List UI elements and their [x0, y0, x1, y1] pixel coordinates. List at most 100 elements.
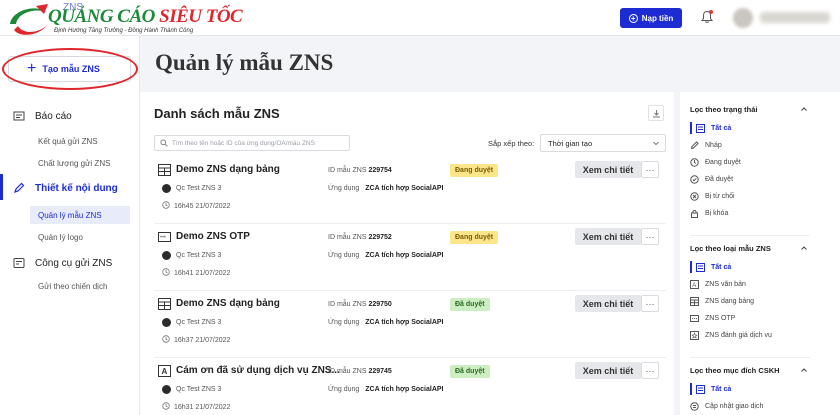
user-name-blurred[interactable]	[760, 12, 830, 23]
chevron-down-icon	[653, 141, 659, 146]
filter-option[interactable]: Bị khóa	[690, 206, 830, 220]
filter-option[interactable]: Nháp	[690, 138, 830, 152]
topup-label: Nạp tiền	[641, 13, 674, 23]
clock-icon	[162, 268, 170, 278]
draft-pen-icon	[690, 140, 699, 150]
sidebar-item-manage-templates[interactable]: Quản lý mẫu ZNS	[30, 206, 130, 224]
oa-avatar	[162, 184, 171, 193]
sort-select[interactable]: Thời gian tạo	[540, 134, 666, 152]
table-icon	[158, 164, 171, 176]
filter-divider	[690, 357, 810, 358]
search-box[interactable]	[154, 135, 350, 151]
topup-button[interactable]: + Nạp tiền	[620, 8, 682, 28]
sort-label: Sắp xếp theo:	[488, 139, 535, 148]
template-id: ID mẫu ZNS 229750	[328, 301, 392, 308]
status-badge: Đã duyệt	[450, 365, 490, 378]
filter-option[interactable]: ZNS đánh giá dịch vụ	[690, 328, 830, 342]
filter-section-title: Lọc theo loại mẫu ZNS	[690, 244, 771, 253]
plus-circle-icon: +	[628, 13, 638, 23]
template-name[interactable]: Demo ZNS dạng bảng	[176, 164, 280, 175]
view-detail-button[interactable]: Xem chi tiết	[575, 295, 641, 312]
sidebar-group-send-tools[interactable]: Công cụ gửi ZNS	[0, 257, 140, 269]
clock-icon	[162, 402, 170, 412]
template-time: 16h37 21/07/2022	[162, 335, 230, 345]
brand-logo[interactable]: ZNS QUẢNG CÁO SIÊU TỐC Định Hướng Tăng T…	[6, 2, 243, 48]
lock-icon	[690, 209, 699, 218]
search-icon	[160, 139, 168, 147]
rating-icon	[690, 330, 699, 340]
clock-icon	[162, 335, 170, 345]
search-input[interactable]	[171, 139, 349, 147]
sidebar-item-send-results[interactable]: Kết quả gửi ZNS	[0, 137, 140, 146]
sidebar: + Tạo mẫu ZNS Báo cáo Kết quả gửi ZNS Ch…	[0, 36, 140, 415]
sidebar-item-send-campaign[interactable]: Gửi theo chiến dịch	[0, 282, 140, 291]
filter-option[interactable]: Cập nhật giao dịch	[690, 399, 830, 413]
sidebar-item-send-quality[interactable]: Chất lượng gửi ZNS	[0, 159, 140, 168]
view-detail-button[interactable]: Xem chi tiết	[575, 161, 641, 178]
filter-option[interactable]: Bị từ chối	[690, 189, 830, 203]
more-options-button[interactable]: ···	[641, 228, 659, 245]
send-tools-icon	[13, 258, 25, 268]
otp-icon: ***	[158, 231, 171, 243]
clock-icon	[690, 157, 699, 167]
chevron-up-icon[interactable]	[800, 105, 808, 113]
filter-divider	[690, 235, 810, 236]
sidebar-group-label: Thiết kế nội dung	[35, 182, 118, 194]
report-icon	[13, 111, 25, 121]
svg-text:***: ***	[160, 236, 166, 242]
more-options-button[interactable]: ···	[641, 362, 659, 379]
filter-option[interactable]: Tất cả	[690, 382, 830, 396]
template-row[interactable]: A Cám ơn đã sử dụng dịch vụ ZNS... Qc Te…	[154, 359, 666, 415]
download-button[interactable]	[648, 105, 664, 121]
user-avatar[interactable]	[733, 8, 753, 28]
template-list-card: Danh sách mẫu ZNS Sắp xếp theo: Thời gia…	[140, 92, 674, 415]
chevron-up-icon[interactable]	[800, 366, 808, 374]
template-owner: Qc Test ZNS 3	[162, 184, 221, 193]
filter-option[interactable]: ZNS OTP	[690, 311, 830, 325]
view-detail-button[interactable]: Xem chi tiết	[575, 362, 641, 379]
filter-option[interactable]: Đang duyệt	[690, 155, 830, 169]
transaction-icon	[690, 401, 699, 411]
filter-option[interactable]: Tất cả	[690, 260, 830, 274]
filter-option[interactable]: A ZNS văn bản	[690, 277, 830, 291]
filter-option[interactable]: Tất cả	[690, 121, 830, 135]
oa-avatar	[162, 318, 171, 327]
template-name[interactable]: Demo ZNS OTP	[176, 231, 250, 242]
sidebar-group-content-design[interactable]: Thiết kế nội dung	[0, 182, 140, 194]
filter-option[interactable]: ZNS dạng bảng	[690, 294, 830, 308]
template-name[interactable]: Demo ZNS dạng bảng	[176, 298, 280, 309]
notification-dot	[709, 10, 713, 14]
template-app: Ứng dụng ZCA tích hợp SocialAPI	[328, 386, 444, 393]
more-options-button[interactable]: ···	[641, 161, 659, 178]
chevron-up-icon[interactable]	[800, 244, 808, 252]
template-row[interactable]: Demo ZNS dạng bảng Qc Test ZNS 3 16h37 2…	[154, 292, 666, 358]
template-row[interactable]: *** Demo ZNS OTP Qc Test ZNS 3 16h41 21/…	[154, 225, 666, 291]
template-app: Ứng dụng ZCA tích hợp SocialAPI	[328, 185, 444, 192]
template-time: 16h41 21/07/2022	[162, 268, 230, 278]
table-icon	[690, 296, 699, 306]
list-icon	[696, 262, 705, 272]
create-template-button[interactable]: + Tạo mẫu ZNS	[8, 56, 131, 82]
template-owner: Qc Test ZNS 3	[162, 318, 221, 327]
check-circle-icon	[690, 174, 699, 184]
logo-wordmark: QUẢNG CÁO SIÊU TỐC	[48, 6, 243, 27]
more-options-button[interactable]: ···	[641, 295, 659, 312]
template-id: ID mẫu ZNS 229745	[328, 368, 392, 375]
status-badge: Đang duyệt	[450, 164, 499, 177]
template-owner: Qc Test ZNS 3	[162, 251, 221, 260]
template-row[interactable]: Demo ZNS dạng bảng Qc Test ZNS 3 16h45 2…	[154, 158, 666, 224]
oa-avatar	[162, 385, 171, 394]
sidebar-group-reports[interactable]: Báo cáo	[0, 110, 140, 122]
status-badge: Đã duyệt	[450, 298, 490, 311]
template-name[interactable]: Cám ơn đã sử dụng dịch vụ ZNS...	[176, 365, 340, 376]
bell-icon[interactable]	[700, 10, 714, 24]
filter-option[interactable]: Đã duyệt	[690, 172, 830, 186]
view-detail-button[interactable]: Xem chi tiết	[575, 228, 641, 245]
table-icon	[158, 298, 171, 310]
top-bar: ZNS QUẢNG CÁO SIÊU TỐC Định Hướng Tăng T…	[0, 0, 840, 36]
list-icon	[696, 123, 705, 133]
swoosh-logo-icon	[10, 4, 48, 35]
sidebar-item-manage-logo[interactable]: Quản lý logo	[0, 233, 140, 242]
design-pen-icon	[14, 182, 25, 193]
filter-section-title: Lọc theo mục đích CSKH	[690, 366, 780, 375]
